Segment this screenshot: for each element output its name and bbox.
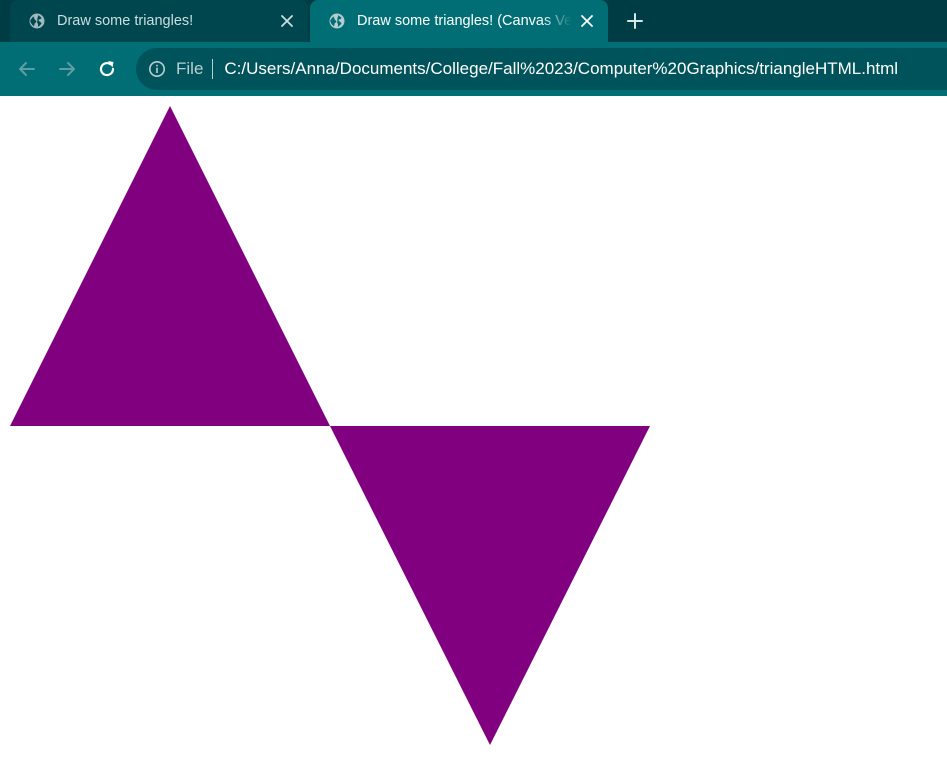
tab-strip: Draw some triangles! Draw some triangles…	[0, 0, 947, 42]
arrow-right-icon	[59, 62, 75, 76]
toolbar: File C:/Users/Anna/Documents/College/Fal…	[0, 42, 947, 96]
url-text[interactable]: C:/Users/Anna/Documents/College/Fall%202…	[224, 59, 898, 79]
info-icon[interactable]	[148, 60, 166, 78]
forward-button[interactable]	[52, 54, 82, 84]
reload-icon	[99, 61, 115, 77]
page-viewport	[0, 96, 947, 758]
triangle-canvas	[10, 106, 650, 745]
plus-icon	[627, 13, 643, 29]
browser-window: Draw some triangles! Draw some triangles…	[0, 0, 947, 758]
close-icon[interactable]	[572, 6, 602, 36]
divider	[212, 59, 214, 79]
tab-canvas-version[interactable]: Draw some triangles! (Canvas Version)	[310, 0, 608, 42]
tab-title: Draw some triangles!	[57, 13, 194, 29]
triangle-up	[10, 106, 330, 426]
new-tab-button[interactable]	[620, 6, 650, 36]
tab-title: Draw some triangles! (Canvas Version)	[357, 13, 572, 29]
triangle-down	[330, 426, 650, 745]
scheme-label: File	[176, 59, 204, 78]
arrow-left-icon	[19, 62, 35, 76]
address-bar[interactable]: File C:/Users/Anna/Documents/College/Fal…	[136, 48, 947, 90]
tab-draw-some-triangles[interactable]: Draw some triangles!	[10, 0, 308, 42]
globe-icon	[329, 13, 345, 29]
back-button[interactable]	[12, 54, 42, 84]
reload-button[interactable]	[92, 54, 122, 84]
close-icon[interactable]	[272, 6, 302, 36]
globe-icon	[29, 13, 45, 29]
